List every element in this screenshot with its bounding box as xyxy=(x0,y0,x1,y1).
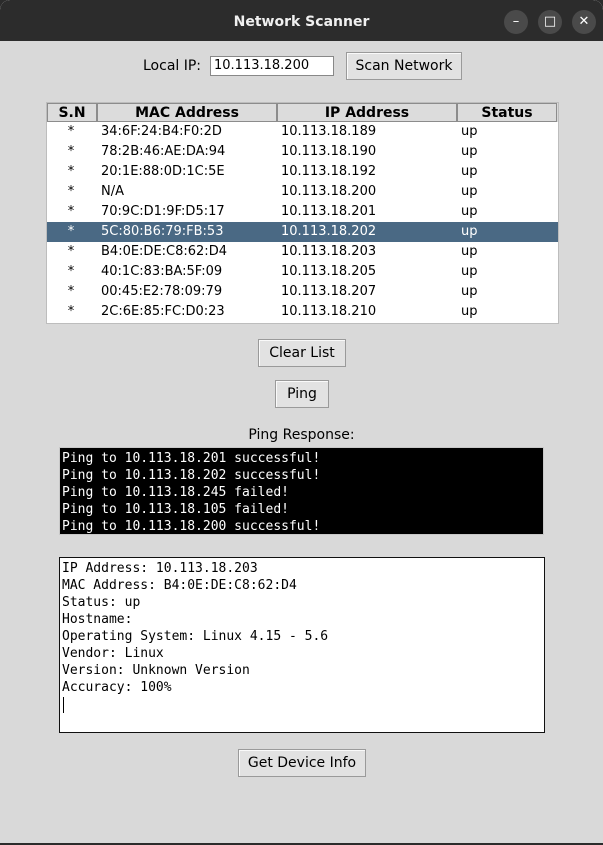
row-ip: 10.113.18.200 xyxy=(281,184,377,199)
row-sn: * xyxy=(67,264,75,279)
row-sn: * xyxy=(67,204,75,219)
info-line: MAC Address: B4:0E:DE:C8:62:D4 xyxy=(62,578,297,593)
row-sn: * xyxy=(67,144,75,159)
row-sn: * xyxy=(67,244,75,259)
row-ip: 10.113.18.190 xyxy=(281,144,377,159)
ping-line: Ping to 10.113.18.201 successful! xyxy=(62,451,321,466)
table-row-selected[interactable]: * 5C:80:B6:79:FB:53 10.113.18.202 up xyxy=(47,222,558,242)
info-line: Vendor: Linux xyxy=(62,646,164,661)
row-mac: B4:0E:DE:C8:62:D4 xyxy=(101,244,227,259)
title-bar[interactable]: Network Scanner – □ ✕ xyxy=(0,0,603,41)
clear-list-button[interactable]: Clear List xyxy=(258,339,346,367)
row-sn: * xyxy=(67,124,75,139)
scan-network-button[interactable]: Scan Network xyxy=(346,52,462,80)
row-status: up xyxy=(461,164,478,179)
row-sn: * xyxy=(67,184,75,199)
row-ip: 10.113.18.189 xyxy=(281,124,377,139)
table-row[interactable]: * 70:9C:D1:9F:D5:17 10.113.18.201 up xyxy=(47,202,558,222)
info-line: Accuracy: 100% xyxy=(62,680,172,695)
table-row[interactable]: * 40:1C:83:BA:5F:09 10.113.18.205 up xyxy=(47,262,558,282)
device-info-text[interactable]: IP Address: 10.113.18.203 MAC Address: B… xyxy=(59,557,545,733)
table-row[interactable]: * N/A 10.113.18.200 up xyxy=(47,182,558,202)
ping-line: Ping to 10.113.18.202 successful! xyxy=(62,468,321,483)
column-header-sn[interactable]: S.N xyxy=(47,103,97,122)
column-header-mac[interactable]: MAC Address xyxy=(97,103,277,122)
row-status: up xyxy=(461,304,478,319)
ping-response-label: Ping Response: xyxy=(248,427,355,443)
row-mac: 2C:6E:85:FC:D0:23 xyxy=(101,304,225,319)
info-line: IP Address: 10.113.18.203 xyxy=(62,561,258,576)
row-mac: 00:45:E2:78:09:79 xyxy=(101,284,223,299)
info-line: Operating System: Linux 4.15 - 5.6 xyxy=(62,629,329,644)
row-ip: 10.113.18.205 xyxy=(281,264,377,279)
ping-line: Ping to 10.113.18.105 failed! xyxy=(62,502,289,517)
row-status: up xyxy=(461,184,478,199)
app-window: Network Scanner – □ ✕ Local IP: 10.113.1… xyxy=(0,0,603,843)
row-sn: * xyxy=(67,224,75,239)
row-mac: 78:2B:46:AE:DA:94 xyxy=(101,144,226,159)
table-row[interactable]: * 2C:6E:85:FC:D0:23 10.113.18.210 up xyxy=(47,302,558,322)
row-status: up xyxy=(461,244,478,259)
row-ip: 10.113.18.202 xyxy=(281,224,377,239)
row-mac: N/A xyxy=(101,184,124,199)
close-icon[interactable]: ✕ xyxy=(572,10,596,34)
table-header: S.N MAC Address IP Address Status xyxy=(47,103,558,122)
local-ip-field[interactable]: 10.113.18.200 xyxy=(210,56,334,76)
table-row[interactable]: * 78:2B:46:AE:DA:94 10.113.18.190 up xyxy=(47,142,558,162)
row-mac: 34:6F:24:B4:F0:2D xyxy=(101,124,222,139)
info-line: Hostname: xyxy=(62,612,133,627)
row-sn: * xyxy=(67,164,75,179)
get-device-info-button[interactable]: Get Device Info xyxy=(238,749,366,777)
table-row[interactable]: * B4:0E:DE:C8:62:D4 10.113.18.203 up xyxy=(47,242,558,262)
row-sn: * xyxy=(67,284,75,299)
row-status: up xyxy=(461,144,478,159)
table-row[interactable]: * 00:45:E2:78:09:79 10.113.18.207 up xyxy=(47,282,558,302)
table-row[interactable]: * 20:1E:88:0D:1C:5E 10.113.18.192 up xyxy=(47,162,558,182)
row-mac: 40:1C:83:BA:5F:09 xyxy=(101,264,223,279)
info-line: Version: Unknown Version xyxy=(62,663,250,678)
column-header-status[interactable]: Status xyxy=(457,103,557,122)
row-sn: * xyxy=(67,304,75,319)
info-line: Status: up xyxy=(62,595,141,610)
ping-line: Ping to 10.113.18.200 successful! xyxy=(62,519,321,534)
ping-response-output[interactable]: Ping to 10.113.18.201 successful! Ping t… xyxy=(59,447,544,535)
row-status: up xyxy=(461,224,478,239)
row-mac: 5C:80:B6:79:FB:53 xyxy=(101,224,224,239)
local-ip-label: Local IP: xyxy=(143,58,202,74)
row-mac: 70:9C:D1:9F:D5:17 xyxy=(101,204,225,219)
device-table[interactable]: S.N MAC Address IP Address Status * 34:6… xyxy=(46,102,559,324)
row-ip: 10.113.18.201 xyxy=(281,204,377,219)
table-row[interactable]: * 34:6F:24:B4:F0:2D 10.113.18.189 up xyxy=(47,122,558,142)
row-mac: 20:1E:88:0D:1C:5E xyxy=(101,164,225,179)
ping-button[interactable]: Ping xyxy=(275,380,329,408)
maximize-icon[interactable]: □ xyxy=(538,10,562,34)
column-header-ip[interactable]: IP Address xyxy=(277,103,457,122)
row-ip: 10.113.18.203 xyxy=(281,244,377,259)
row-ip: 10.113.18.210 xyxy=(281,304,377,319)
ping-line: Ping to 10.113.18.245 failed! xyxy=(62,485,289,500)
row-status: up xyxy=(461,124,478,139)
row-status: up xyxy=(461,284,478,299)
row-ip: 10.113.18.207 xyxy=(281,284,377,299)
minimize-icon[interactable]: – xyxy=(504,10,528,34)
text-cursor xyxy=(63,697,64,713)
row-ip: 10.113.18.192 xyxy=(281,164,377,179)
row-status: up xyxy=(461,264,478,279)
row-status: up xyxy=(461,204,478,219)
